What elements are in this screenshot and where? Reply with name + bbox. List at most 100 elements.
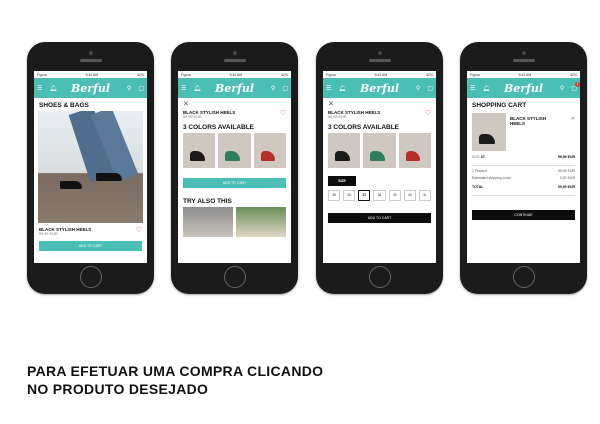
search-icon[interactable]: ⚲	[271, 85, 275, 92]
time-label: 9:42 AM	[518, 72, 532, 77]
time-label: 9:42 AM	[85, 72, 99, 77]
camera	[232, 51, 237, 55]
app-header: ☰ 🔔︎ Berful ⚲ ▢ 1	[467, 78, 580, 98]
add-to-cart-button[interactable]: ADD TO CART	[328, 213, 431, 223]
time-label: 9:42 AM	[229, 72, 243, 77]
summary-row-total: TOTAL 59,99 EUR	[472, 185, 575, 189]
product-image[interactable]	[38, 111, 143, 223]
color-option-black[interactable]	[183, 133, 216, 168]
close-icon[interactable]: ✕	[323, 98, 436, 108]
color-option-red[interactable]	[398, 133, 431, 168]
menu-icon[interactable]: ☰	[181, 85, 186, 92]
cart-item-name: BLACK STYLISH HEELS	[510, 116, 546, 126]
color-option-green[interactable]	[218, 133, 251, 168]
status-bar: Figma 9:42 AM 42%	[323, 71, 436, 78]
brand-logo[interactable]: Berful	[504, 82, 543, 95]
status-bar: Figma 9:42 AM 42%	[467, 71, 580, 78]
cart-icon[interactable]: ▢	[427, 85, 433, 92]
size-label: SIZE 37	[472, 155, 485, 159]
speaker	[223, 59, 246, 62]
speaker	[368, 59, 391, 62]
summary-row-products: 1 Product 59,99 EUR	[472, 169, 575, 173]
status-bar: Figma 9:42 AM 42%	[34, 71, 147, 78]
bell-icon[interactable]: 🔔︎	[338, 85, 346, 92]
add-to-cart-button[interactable]: ADD TO CART	[39, 241, 142, 251]
home-button[interactable]	[79, 266, 102, 288]
screen-cart: Figma 9:42 AM 42% ☰ 🔔︎ Berful ⚲ ▢ 1 SHOPPIN…	[467, 71, 580, 263]
cart-item-image[interactable]	[472, 113, 506, 151]
size-value: 37	[480, 155, 485, 159]
shoe-illustration	[60, 181, 82, 189]
battery-label: 42%	[425, 72, 433, 77]
add-to-cart-button[interactable]: ADD TO CART	[183, 178, 286, 188]
close-icon[interactable]: ✕	[178, 98, 291, 108]
menu-icon[interactable]: ☰	[37, 85, 42, 92]
suggested-product[interactable]	[236, 207, 286, 237]
camera	[377, 51, 382, 55]
color-option-black[interactable]	[328, 133, 361, 168]
menu-icon[interactable]: ☰	[470, 85, 475, 92]
summary-row-shipping: Estimated shipping costs 0,00 EUR	[472, 176, 575, 180]
bell-icon[interactable]: 🔔︎	[482, 85, 490, 92]
brand-logo[interactable]: Berful	[215, 82, 254, 95]
phone-frame-3: Figma 9:42 AM 42% ☰ 🔔︎ Berful ⚲ ▢ ✕ BLACK …	[316, 42, 443, 294]
bell-icon[interactable]: 🔔︎	[49, 85, 57, 92]
cart-icon[interactable]: ▢	[138, 85, 144, 92]
app-header: ☰ 🔔︎ Berful ⚲ ▢	[178, 78, 291, 98]
size-option-37[interactable]: 37	[358, 190, 371, 201]
product-price: 59,99 EUR	[183, 115, 202, 119]
size-option-40[interactable]: 40	[403, 190, 416, 201]
search-icon[interactable]: ⚲	[416, 85, 420, 92]
battery-label: 42%	[569, 72, 577, 77]
cart-icon[interactable]: ▢ 1	[571, 81, 580, 92]
battery-label: 42%	[280, 72, 288, 77]
cart-count-badge: 1	[575, 81, 580, 87]
caption: PARA EFETUAR UMA COMPRA CLICANDO NO PROD…	[27, 362, 323, 398]
carrier-label: Figma	[326, 72, 336, 77]
speaker	[512, 59, 535, 62]
page-title: SHOES & BAGS	[39, 102, 89, 109]
phone-frame-2: Figma 9:42 AM 42% ☰ 🔔︎ Berful ⚲ ▢ ✕ BLACK …	[171, 42, 298, 294]
home-button[interactable]	[223, 266, 246, 288]
search-icon[interactable]: ⚲	[560, 85, 564, 92]
color-option-red[interactable]	[253, 133, 286, 168]
remove-item-icon[interactable]: ✕	[571, 113, 575, 151]
also-title: TRY ALSO THIS	[183, 198, 232, 205]
size-options: 35 36 37 38 39 40 41	[323, 190, 436, 201]
menu-icon[interactable]: ☰	[326, 85, 331, 92]
screen-category: Figma 9:42 AM 42% ☰ 🔔︎ Berful ⚲ ▢ SHOES & …	[34, 71, 147, 263]
page-title: SHOPPING CART	[472, 102, 527, 109]
size-option-41[interactable]: 41	[418, 190, 431, 201]
carrier-label: Figma	[470, 72, 480, 77]
carrier-label: Figma	[181, 72, 191, 77]
app-header: ☰ 🔔︎ Berful ⚲ ▢	[323, 78, 436, 98]
battery-label: 42%	[136, 72, 144, 77]
colors-title: 3 COLORS AVAILABLE	[328, 124, 400, 131]
search-icon[interactable]: ⚲	[127, 85, 131, 92]
speaker	[79, 59, 102, 62]
caption-line-2: NO PRODUTO DESEJADO	[27, 381, 209, 397]
size-option-36[interactable]: 36	[343, 190, 356, 201]
screen-size-select: Figma 9:42 AM 42% ☰ 🔔︎ Berful ⚲ ▢ ✕ BLACK …	[323, 71, 436, 263]
cart-icon[interactable]: ▢	[282, 85, 288, 92]
size-option-38[interactable]: 38	[373, 190, 386, 201]
continue-button[interactable]: CONTINUE	[472, 210, 575, 220]
home-button[interactable]	[512, 266, 535, 288]
size-option-39[interactable]: 39	[388, 190, 401, 201]
suggested-product[interactable]	[183, 207, 233, 237]
phone-frame-1: Figma 9:42 AM 42% ☰ 🔔︎ Berful ⚲ ▢ SHOES & …	[27, 42, 154, 294]
bell-icon[interactable]: 🔔︎	[193, 85, 201, 92]
heart-icon[interactable]: ♡	[425, 110, 431, 119]
size-toggle[interactable]: SIZE	[328, 176, 356, 186]
colors-title: 3 COLORS AVAILABLE	[183, 124, 255, 131]
product-price: 59,99 EUR	[328, 115, 347, 119]
brand-logo[interactable]: Berful	[360, 82, 399, 95]
size-option-35[interactable]: 35	[328, 190, 341, 201]
heart-icon[interactable]: ♡	[136, 227, 142, 234]
color-option-green[interactable]	[363, 133, 396, 168]
screen-product: Figma 9:42 AM 42% ☰ 🔔︎ Berful ⚲ ▢ ✕ BLACK …	[178, 71, 291, 263]
brand-logo[interactable]: Berful	[71, 82, 110, 95]
heart-icon[interactable]: ♡	[280, 110, 286, 119]
home-button[interactable]	[368, 266, 391, 288]
carrier-label: Figma	[37, 72, 47, 77]
